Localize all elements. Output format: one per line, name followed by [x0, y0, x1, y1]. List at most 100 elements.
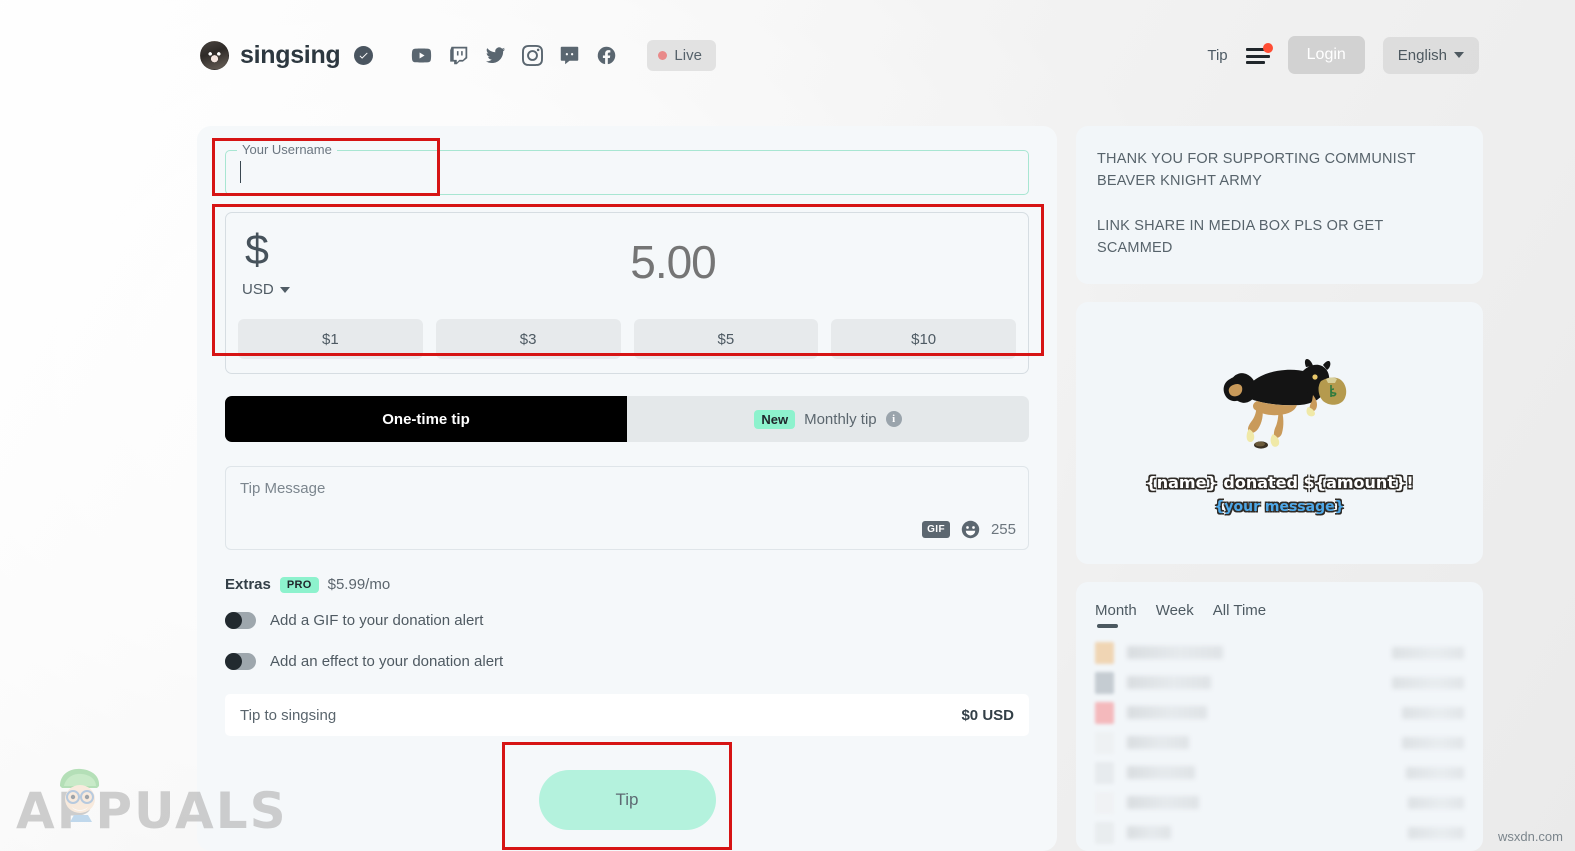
quick-amount-10[interactable]: $10 [831, 319, 1016, 359]
quick-amount-1[interactable]: $1 [238, 319, 423, 359]
instagram-icon[interactable] [522, 44, 544, 66]
leaderboard-row [1095, 818, 1464, 848]
text-cursor [240, 161, 241, 183]
leaderboard-row [1095, 668, 1464, 698]
leaderboard-row-avatar [1095, 761, 1114, 784]
leaderboard-row [1095, 758, 1464, 788]
brand-block[interactable]: singsing [200, 40, 374, 70]
submit-row: Tip [225, 770, 1029, 830]
header-actions: Tip Login English [1207, 36, 1479, 74]
username-input[interactable] [225, 150, 1029, 195]
youtube-icon[interactable] [411, 45, 432, 66]
hamburger-menu-icon[interactable] [1245, 43, 1273, 65]
quick-amount-3[interactable]: $3 [435, 319, 621, 359]
tab-one-time-tip[interactable]: One-time tip [225, 396, 627, 442]
language-label: English [1397, 46, 1447, 64]
toggle-knob [225, 612, 242, 629]
leaderboard-rows [1095, 638, 1464, 851]
tip-total-value: $0 USD [961, 706, 1014, 724]
leaderboard-row-amount [1406, 766, 1464, 779]
leaderboard-tab-week[interactable]: Week [1156, 602, 1194, 628]
message-tools: GIF 255 [922, 520, 1016, 539]
new-badge: New [754, 409, 796, 429]
leaderboard-row-avatar [1095, 821, 1114, 844]
page-header: singsing Live Tip Login English [0, 0, 1575, 110]
appuals-mascot-icon [60, 768, 100, 822]
alert-preview-line-2: {your message} [1214, 498, 1345, 515]
page-title: singsing [240, 40, 341, 69]
extras-price: $5.99/mo [327, 576, 391, 593]
leaderboard-row [1095, 638, 1464, 668]
live-label: Live [674, 46, 702, 64]
leaderboard-tab-month[interactable]: Month [1095, 602, 1137, 628]
leaderboard-tab-all-time[interactable]: All Time [1213, 602, 1266, 628]
extras-toggle-effect[interactable]: Add an effect to your donation alert [225, 653, 1029, 670]
leaderboard-row-avatar [1095, 641, 1114, 664]
extras-header: Extras PRO $5.99/mo [225, 576, 1029, 593]
leaderboard-row-avatar [1095, 701, 1114, 724]
notification-dot-icon [1262, 43, 1273, 53]
leaderboard-row-amount [1408, 796, 1464, 809]
alert-preview-line-1: {name} donated ${amount}! [1145, 472, 1414, 492]
leaderboard-row [1095, 728, 1464, 758]
char-counter: 255 [990, 521, 1016, 538]
avatar [200, 40, 229, 70]
leaderboard-row-amount [1392, 676, 1464, 689]
leaderboard-row [1095, 788, 1464, 818]
content-area: Your Username $ USD $1 $3 $5 $10 [197, 126, 1483, 851]
toggle-gif-label: Add a GIF to your donation alert [270, 612, 484, 629]
tip-message-placeholder: Tip Message [240, 480, 326, 497]
leaderboard-row-name [1127, 646, 1223, 660]
tip-message-box[interactable]: Tip Message GIF 255 [225, 466, 1029, 550]
tip-submit-button[interactable]: Tip [538, 770, 716, 830]
tab-monthly-label: Monthly tip [804, 410, 877, 428]
amount-row: $ USD [238, 229, 1016, 298]
quick-amount-row: $1 $3 $5 $10 [238, 319, 1016, 359]
tip-nav-link[interactable]: Tip [1207, 47, 1227, 64]
chevron-down-icon [279, 286, 290, 293]
gif-button[interactable]: GIF [922, 521, 950, 538]
leaderboard-row-name [1127, 706, 1207, 720]
info-icon[interactable]: i [885, 411, 902, 427]
language-selector[interactable]: English [1382, 36, 1479, 74]
leaderboard-row-avatar [1095, 671, 1114, 694]
currency-symbol: $ [245, 226, 269, 274]
note-line-1: THANK YOU FOR SUPPORTING COMMUNIST BEAVE… [1097, 151, 1416, 190]
amount-input[interactable] [334, 235, 1012, 289]
leaderboard-row-name [1127, 736, 1189, 750]
twitch-icon[interactable] [448, 45, 469, 66]
pro-badge: PRO [279, 576, 319, 593]
leaderboard-row [1095, 698, 1464, 728]
alert-preview-panel: {name} donated ${amount}! {your message} [1076, 301, 1483, 564]
tab-monthly-tip[interactable]: New Monthly tip i [627, 396, 1029, 442]
discord-icon[interactable] [559, 45, 580, 66]
leaderboard-row-amount [1408, 826, 1464, 839]
tip-total-bar: Tip to singsing $0 USD [225, 694, 1029, 736]
note-line-2: LINK SHARE IN MEDIA BOX PLS OR GET SCAMM… [1097, 217, 1384, 257]
leaderboard-row-name [1127, 676, 1211, 690]
live-status-badge: Live [647, 39, 716, 71]
username-label: Your Username [237, 142, 337, 157]
leaderboard-panel: Month Week All Time [1076, 581, 1483, 851]
emoji-smiley-icon[interactable] [961, 520, 980, 539]
toggle-gif-switch[interactable] [225, 612, 256, 629]
chevron-down-icon [1454, 52, 1464, 58]
login-button[interactable]: Login [1287, 36, 1365, 74]
leaderboard-row-amount [1402, 736, 1464, 749]
social-links [411, 44, 617, 66]
extras-title: Extras [225, 576, 271, 593]
facebook-icon[interactable] [596, 45, 617, 66]
extras-toggle-gif[interactable]: Add a GIF to your donation alert [225, 612, 1029, 629]
twitter-icon[interactable] [485, 45, 506, 66]
streamer-note-panel: THANK YOU FOR SUPPORTING COMMUNIST BEAVE… [1076, 126, 1483, 284]
amount-box: $ USD $1 $3 $5 $10 [225, 212, 1029, 374]
leaderboard-row-avatar [1095, 791, 1114, 814]
username-field-wrap: Your Username [225, 142, 1029, 195]
tab-one-time-label: One-time tip [382, 410, 470, 428]
currency-selector[interactable]: USD [242, 281, 290, 298]
toggle-effect-switch[interactable] [225, 653, 256, 670]
quick-amount-5[interactable]: $5 [633, 319, 819, 359]
toggle-knob [225, 653, 242, 670]
live-dot-icon [658, 50, 668, 60]
tip-total-label: Tip to singsing [240, 706, 337, 724]
